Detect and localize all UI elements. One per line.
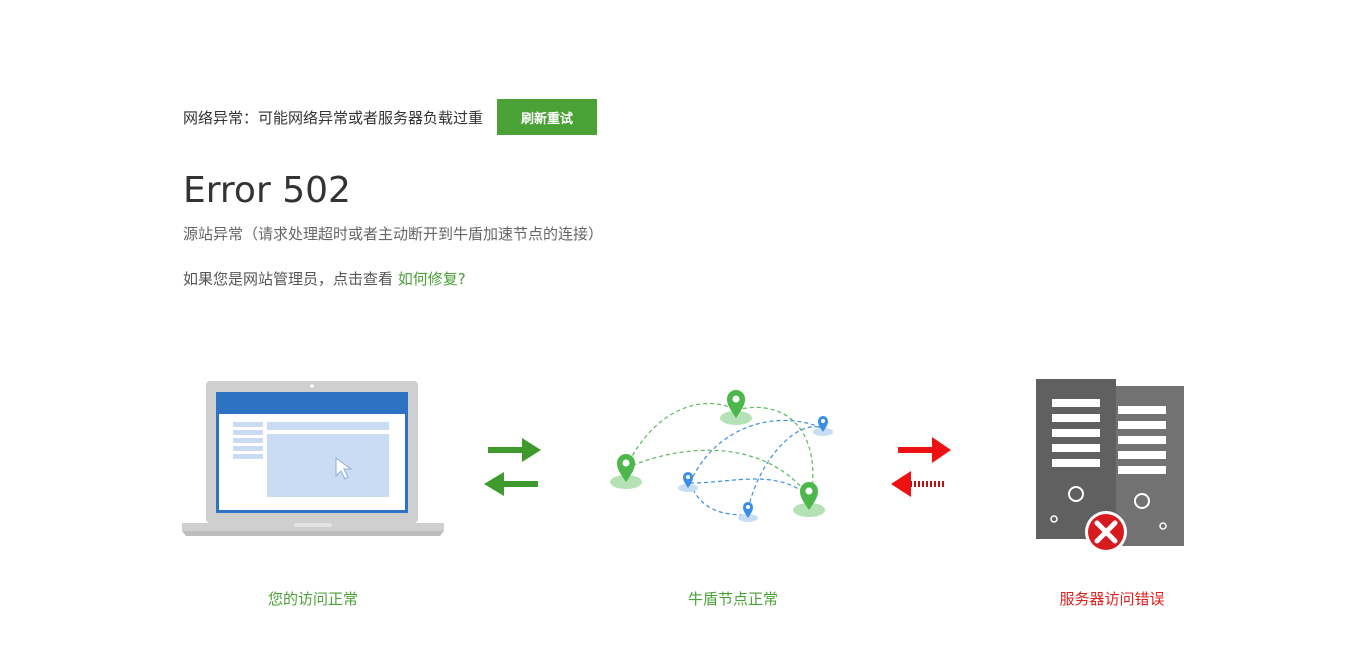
laptop-icon: [182, 381, 444, 536]
server-icon: [1036, 379, 1184, 553]
error-description: 源站异常（请求处理超时或者主动断开到牛盾加速节点的连接）: [183, 225, 604, 243]
bidirectional-arrows-icon: [484, 438, 541, 496]
retry-button[interactable]: 刷新重试: [497, 99, 598, 135]
error-x-icon: [1085, 511, 1127, 553]
visitor-status-caption: 您的访问正常: [267, 590, 358, 608]
admin-help-line: 如果您是网站管理员，点击查看 如何修复?: [183, 268, 466, 289]
node-status-caption: 牛盾节点正常: [687, 590, 778, 608]
broken-arrows-icon: [891, 437, 951, 497]
error-title: Error 502: [183, 170, 351, 211]
how-to-fix-link[interactable]: 如何修复?: [398, 270, 466, 288]
network-notice: 网络异常：可能网络异常或者服务器负载过重 刷新重试: [183, 99, 598, 135]
server-status-caption: 服务器访问错误: [1059, 590, 1165, 608]
notice-text: 网络异常：可能网络异常或者服务器负载过重: [183, 108, 484, 127]
network-nodes-icon: [610, 390, 833, 522]
admin-prompt: 如果您是网站管理员，点击查看: [183, 270, 394, 288]
